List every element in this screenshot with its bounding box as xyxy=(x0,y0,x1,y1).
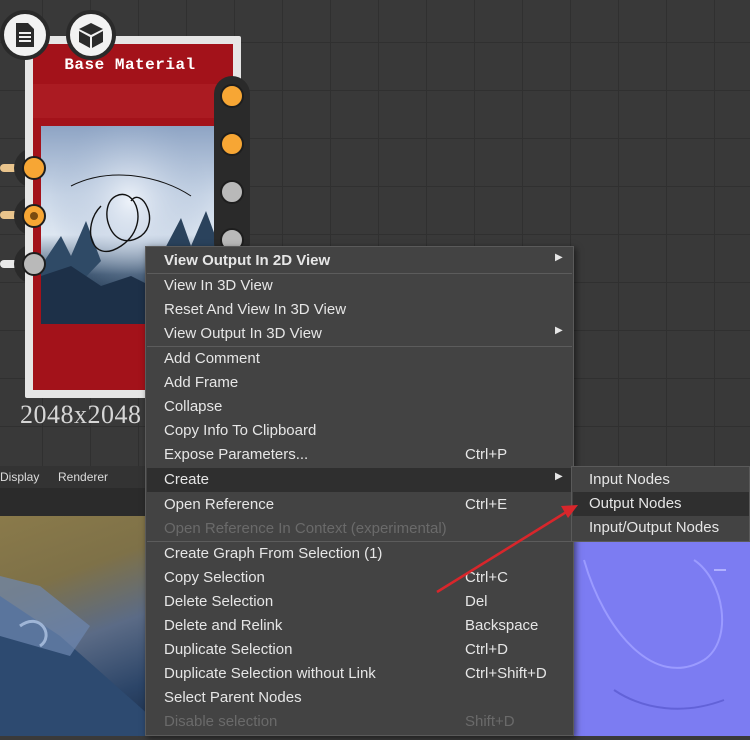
menu-renderer[interactable]: Renderer xyxy=(58,470,108,484)
create-submenu: Input Nodes Output Nodes Input/Output No… xyxy=(571,466,750,542)
menu-item-delete-and-relink[interactable]: Delete and Relink Backspace xyxy=(147,614,572,638)
context-menu: View Output In 2D View ▶ View In 3D View… xyxy=(145,246,574,736)
menu-item-copy-info[interactable]: Copy Info To Clipboard xyxy=(147,419,572,443)
input-socket[interactable] xyxy=(22,204,46,228)
menu-item-open-reference[interactable]: Open Reference Ctrl+E xyxy=(147,493,572,517)
node-dimension-label: 2048x2048 xyxy=(20,400,142,429)
2d-view-normal-map[interactable] xyxy=(574,540,750,736)
output-socket[interactable] xyxy=(220,180,244,204)
menu-item-reset-and-view-3d[interactable]: Reset And View In 3D View xyxy=(147,298,572,322)
node-header-bar xyxy=(33,84,233,118)
submenu-item-input-nodes[interactable]: Input Nodes xyxy=(573,468,749,492)
menu-item-create[interactable]: Create ▶ xyxy=(147,468,572,492)
submenu-arrow-icon: ▶ xyxy=(555,471,563,482)
menu-item-collapse[interactable]: Collapse xyxy=(147,395,572,419)
menu-item-add-frame[interactable]: Add Frame xyxy=(147,371,572,395)
input-socket[interactable] xyxy=(22,252,46,276)
output-socket[interactable] xyxy=(220,132,244,156)
document-icon[interactable] xyxy=(0,10,50,60)
node-title: Base Material xyxy=(64,56,196,74)
submenu-item-input-output-nodes[interactable]: Input/Output Nodes xyxy=(573,516,749,540)
submenu-arrow-icon: ▶ xyxy=(555,252,563,263)
menu-item-create-graph-from-selection[interactable]: Create Graph From Selection (1) xyxy=(147,542,572,566)
menu-item-add-comment[interactable]: Add Comment xyxy=(147,347,572,371)
menu-item-view-output-3d[interactable]: View Output In 3D View ▶ xyxy=(147,322,572,346)
menu-display[interactable]: Display xyxy=(0,470,39,484)
menu-item-copy-selection[interactable]: Copy Selection Ctrl+C xyxy=(147,566,572,590)
submenu-arrow-icon: ▶ xyxy=(555,325,563,336)
menu-item-select-parent-nodes[interactable]: Select Parent Nodes xyxy=(147,686,572,710)
menu-item-duplicate-selection[interactable]: Duplicate Selection Ctrl+D xyxy=(147,638,572,662)
menu-item-view-in-3d[interactable]: View In 3D View xyxy=(147,274,572,298)
menu-item-open-reference-in-context: Open Reference In Context (experimental) xyxy=(164,520,447,537)
menu-item-delete-selection[interactable]: Delete Selection Del xyxy=(147,590,572,614)
menu-item-view-output-2d[interactable]: View Output In 2D View ▶ xyxy=(147,249,572,273)
menu-item-disable-selection: Disable selection Shift+D xyxy=(164,713,515,730)
3d-viewport-scene[interactable] xyxy=(0,516,150,736)
menu-item-duplicate-selection-without-link[interactable]: Duplicate Selection without Link Ctrl+Sh… xyxy=(147,662,572,686)
input-socket[interactable] xyxy=(22,156,46,180)
cube-icon[interactable] xyxy=(66,10,116,60)
output-socket[interactable] xyxy=(220,84,244,108)
submenu-item-output-nodes[interactable]: Output Nodes xyxy=(573,492,749,516)
menu-item-expose-parameters[interactable]: Expose Parameters... Ctrl+P xyxy=(147,443,572,467)
